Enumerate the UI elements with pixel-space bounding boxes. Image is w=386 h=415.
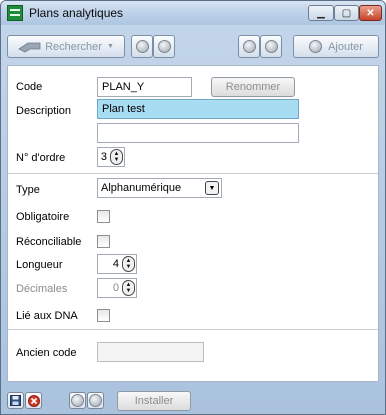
mandatory-checkbox[interactable] <box>97 210 110 223</box>
add-icon <box>309 40 323 53</box>
cancel-icon <box>27 394 40 407</box>
prev-icon <box>71 394 84 407</box>
old-code-field <box>97 342 204 362</box>
rename-button[interactable]: Renommer <box>211 77 295 97</box>
form-panel: Code PLAN_Y Renommer Description Plan te… <box>7 65 379 382</box>
order-value: 3 <box>100 151 107 163</box>
save-button[interactable] <box>7 392 24 409</box>
code-label: Code <box>16 81 43 93</box>
maximize-button[interactable]: ▢ <box>334 5 359 21</box>
type-value: Alphanumérique <box>101 182 182 194</box>
search-icon <box>18 42 41 52</box>
window-title: Plans analytiques <box>29 6 124 20</box>
search-button[interactable]: Rechercher ▼ <box>7 35 125 58</box>
next-record-button[interactable] <box>87 392 104 409</box>
spinner-arrows-icon[interactable]: ▲ ▼ <box>122 256 135 272</box>
install-button-label: Installer <box>134 395 174 407</box>
previous-button[interactable] <box>131 35 153 58</box>
search-button-label: Rechercher <box>45 40 102 53</box>
description-field[interactable]: Plan test <box>97 99 299 119</box>
title-bar: Plans analytiques ▁ ▢ ✕ <box>1 1 385 25</box>
save-icon <box>10 395 21 406</box>
first-icon <box>242 40 256 53</box>
cancel-button[interactable] <box>25 392 42 409</box>
add-button-label: Ajouter <box>328 40 363 53</box>
window: Plans analytiques ▁ ▢ ✕ Rechercher ▼ Ajo… <box>0 0 386 415</box>
spinner-arrows-icon[interactable]: ▲ ▼ <box>122 280 135 296</box>
length-value: 4 <box>112 258 119 270</box>
length-spinner[interactable]: 4 ▲ ▼ <box>97 254 137 274</box>
order-spinner[interactable]: 3 ▲ ▼ <box>97 147 125 167</box>
dna-checkbox[interactable] <box>97 309 110 322</box>
install-button[interactable]: Installer <box>117 391 191 411</box>
spinner-arrows-icon[interactable]: ▲ ▼ <box>110 149 123 165</box>
first-button[interactable] <box>238 35 260 58</box>
next-button[interactable] <box>153 35 175 58</box>
description-secondary-field[interactable] <box>97 123 299 143</box>
old-code-label: Ancien code <box>16 347 77 359</box>
reconcilable-checkbox[interactable] <box>97 235 110 248</box>
section-divider <box>8 329 378 330</box>
order-label: N° d'ordre <box>16 152 66 164</box>
last-button[interactable] <box>260 35 282 58</box>
close-icon: ✕ <box>366 7 375 19</box>
next-icon <box>157 40 171 53</box>
previous-record-button[interactable] <box>69 392 86 409</box>
decimals-label: Décimales <box>16 283 68 295</box>
dropdown-arrow-icon[interactable]: ▼ <box>205 181 219 195</box>
minimize-icon: ▁ <box>317 7 325 19</box>
type-select[interactable]: Alphanumérique ▼ <box>97 178 222 198</box>
length-label: Longueur <box>16 259 63 271</box>
dna-label: Lié aux DNA <box>16 310 78 322</box>
toolbar: Rechercher ▼ Ajouter <box>1 35 385 59</box>
decimals-spinner[interactable]: 0 ▲ ▼ <box>97 278 137 298</box>
bottom-toolbar: Installer <box>1 388 385 414</box>
last-icon <box>264 40 278 53</box>
close-button[interactable]: ✕ <box>359 5 382 21</box>
maximize-icon: ▢ <box>341 7 352 19</box>
chevron-down-icon: ▼ <box>106 43 114 50</box>
code-field[interactable]: PLAN_Y <box>97 77 192 97</box>
add-button[interactable]: Ajouter <box>293 35 379 58</box>
prev-icon <box>135 40 149 53</box>
section-divider <box>8 173 378 174</box>
minimize-button[interactable]: ▁ <box>308 5 334 21</box>
type-label: Type <box>16 184 40 196</box>
mandatory-label: Obligatoire <box>16 211 70 223</box>
decimals-value: 0 <box>112 282 119 294</box>
reconcilable-label: Réconciliable <box>16 236 82 248</box>
description-label: Description <box>16 105 72 117</box>
rename-button-label: Renommer <box>225 81 281 93</box>
next-icon <box>89 394 102 407</box>
app-icon <box>7 5 23 21</box>
